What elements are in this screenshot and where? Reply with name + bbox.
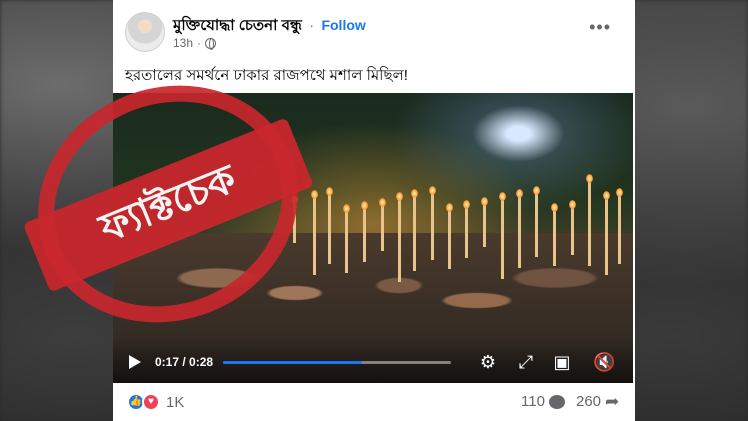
current-time: 0:17 <box>155 355 180 369</box>
time-separator: · <box>197 36 202 50</box>
torch-stick <box>553 210 556 266</box>
torch-stick <box>535 193 538 257</box>
globe-icon <box>205 37 217 50</box>
torch-flame <box>616 188 623 197</box>
torch-stick <box>465 208 468 258</box>
torch-flame <box>429 186 436 195</box>
torch-flame <box>499 191 506 201</box>
torch-stick <box>605 199 608 275</box>
progress-fill <box>223 361 363 364</box>
comments-count-button[interactable]: 110 <box>521 393 565 410</box>
duration: 0:28 <box>189 355 214 369</box>
torch-flame <box>481 197 488 206</box>
torch-stick <box>345 211 348 273</box>
more-options-button[interactable]: ••• <box>589 18 611 36</box>
torch-stick <box>398 200 401 282</box>
share-icon: ➦ <box>605 391 620 411</box>
progress-track[interactable] <box>223 361 451 364</box>
comments-count: 110 <box>521 393 545 410</box>
post-meta: 13h · <box>173 36 217 50</box>
torch-flame <box>516 188 523 198</box>
torch-stick <box>518 196 521 268</box>
video-controls: 0:17 / 0:28 ⚙ ⤢ ▣ 🔇 <box>113 351 633 373</box>
post-stats: 👍 ♥ 1K 110 260 ➦ <box>113 383 635 421</box>
torch-flame <box>311 189 318 199</box>
torch-flame <box>463 200 470 209</box>
separator-dot: · <box>309 17 314 33</box>
torch-flame <box>396 192 403 201</box>
torch-stick <box>431 194 434 260</box>
avatar[interactable] <box>125 12 165 52</box>
torch-stick <box>618 196 621 264</box>
torch-stick <box>381 205 384 251</box>
torch-flame <box>586 174 593 183</box>
torch-flame <box>446 203 453 212</box>
picture-in-picture-icon[interactable]: ▣ <box>551 351 573 373</box>
torch-flame <box>551 202 558 212</box>
settings-icon[interactable]: ⚙ <box>477 351 499 373</box>
author-name[interactable]: মুক্তিযোদ্ধা চেতনা বন্ধু <box>173 17 302 34</box>
reactions[interactable]: 👍 ♥ 1K <box>127 393 184 411</box>
torch-flame <box>569 199 576 209</box>
torch-stick <box>448 211 451 269</box>
torch-stick <box>363 208 366 262</box>
follow-button[interactable]: Follow <box>321 17 365 33</box>
shares-count-button[interactable]: 260 ➦ <box>576 391 620 411</box>
torch-flame <box>326 186 333 196</box>
torch-stick <box>501 199 504 279</box>
torch-flame <box>361 200 368 210</box>
torch-flame <box>379 197 386 207</box>
play-icon[interactable] <box>129 355 141 369</box>
shares-count: 260 <box>576 393 602 410</box>
video-time: 0:17 / 0:28 <box>155 355 214 369</box>
torch-stick <box>571 207 574 255</box>
torch-stick <box>413 197 416 271</box>
torch-flame <box>343 203 350 213</box>
torch-flame <box>411 189 418 198</box>
reactions-count: 1K <box>166 393 185 411</box>
post-time[interactable]: 13h <box>173 36 193 50</box>
love-reaction-icon: ♥ <box>142 393 160 411</box>
torch-flame <box>533 185 540 195</box>
torch-stick <box>483 205 486 247</box>
torch-flame <box>603 191 610 200</box>
mute-icon[interactable]: 🔇 <box>593 351 615 373</box>
fullscreen-icon[interactable]: ⤢ <box>515 351 537 373</box>
torch-stick <box>588 182 591 266</box>
comment-icon <box>548 394 565 409</box>
post-header: মুক্তিযোদ্ধা চেতনা বন্ধু · Follow 13h · … <box>125 12 625 54</box>
